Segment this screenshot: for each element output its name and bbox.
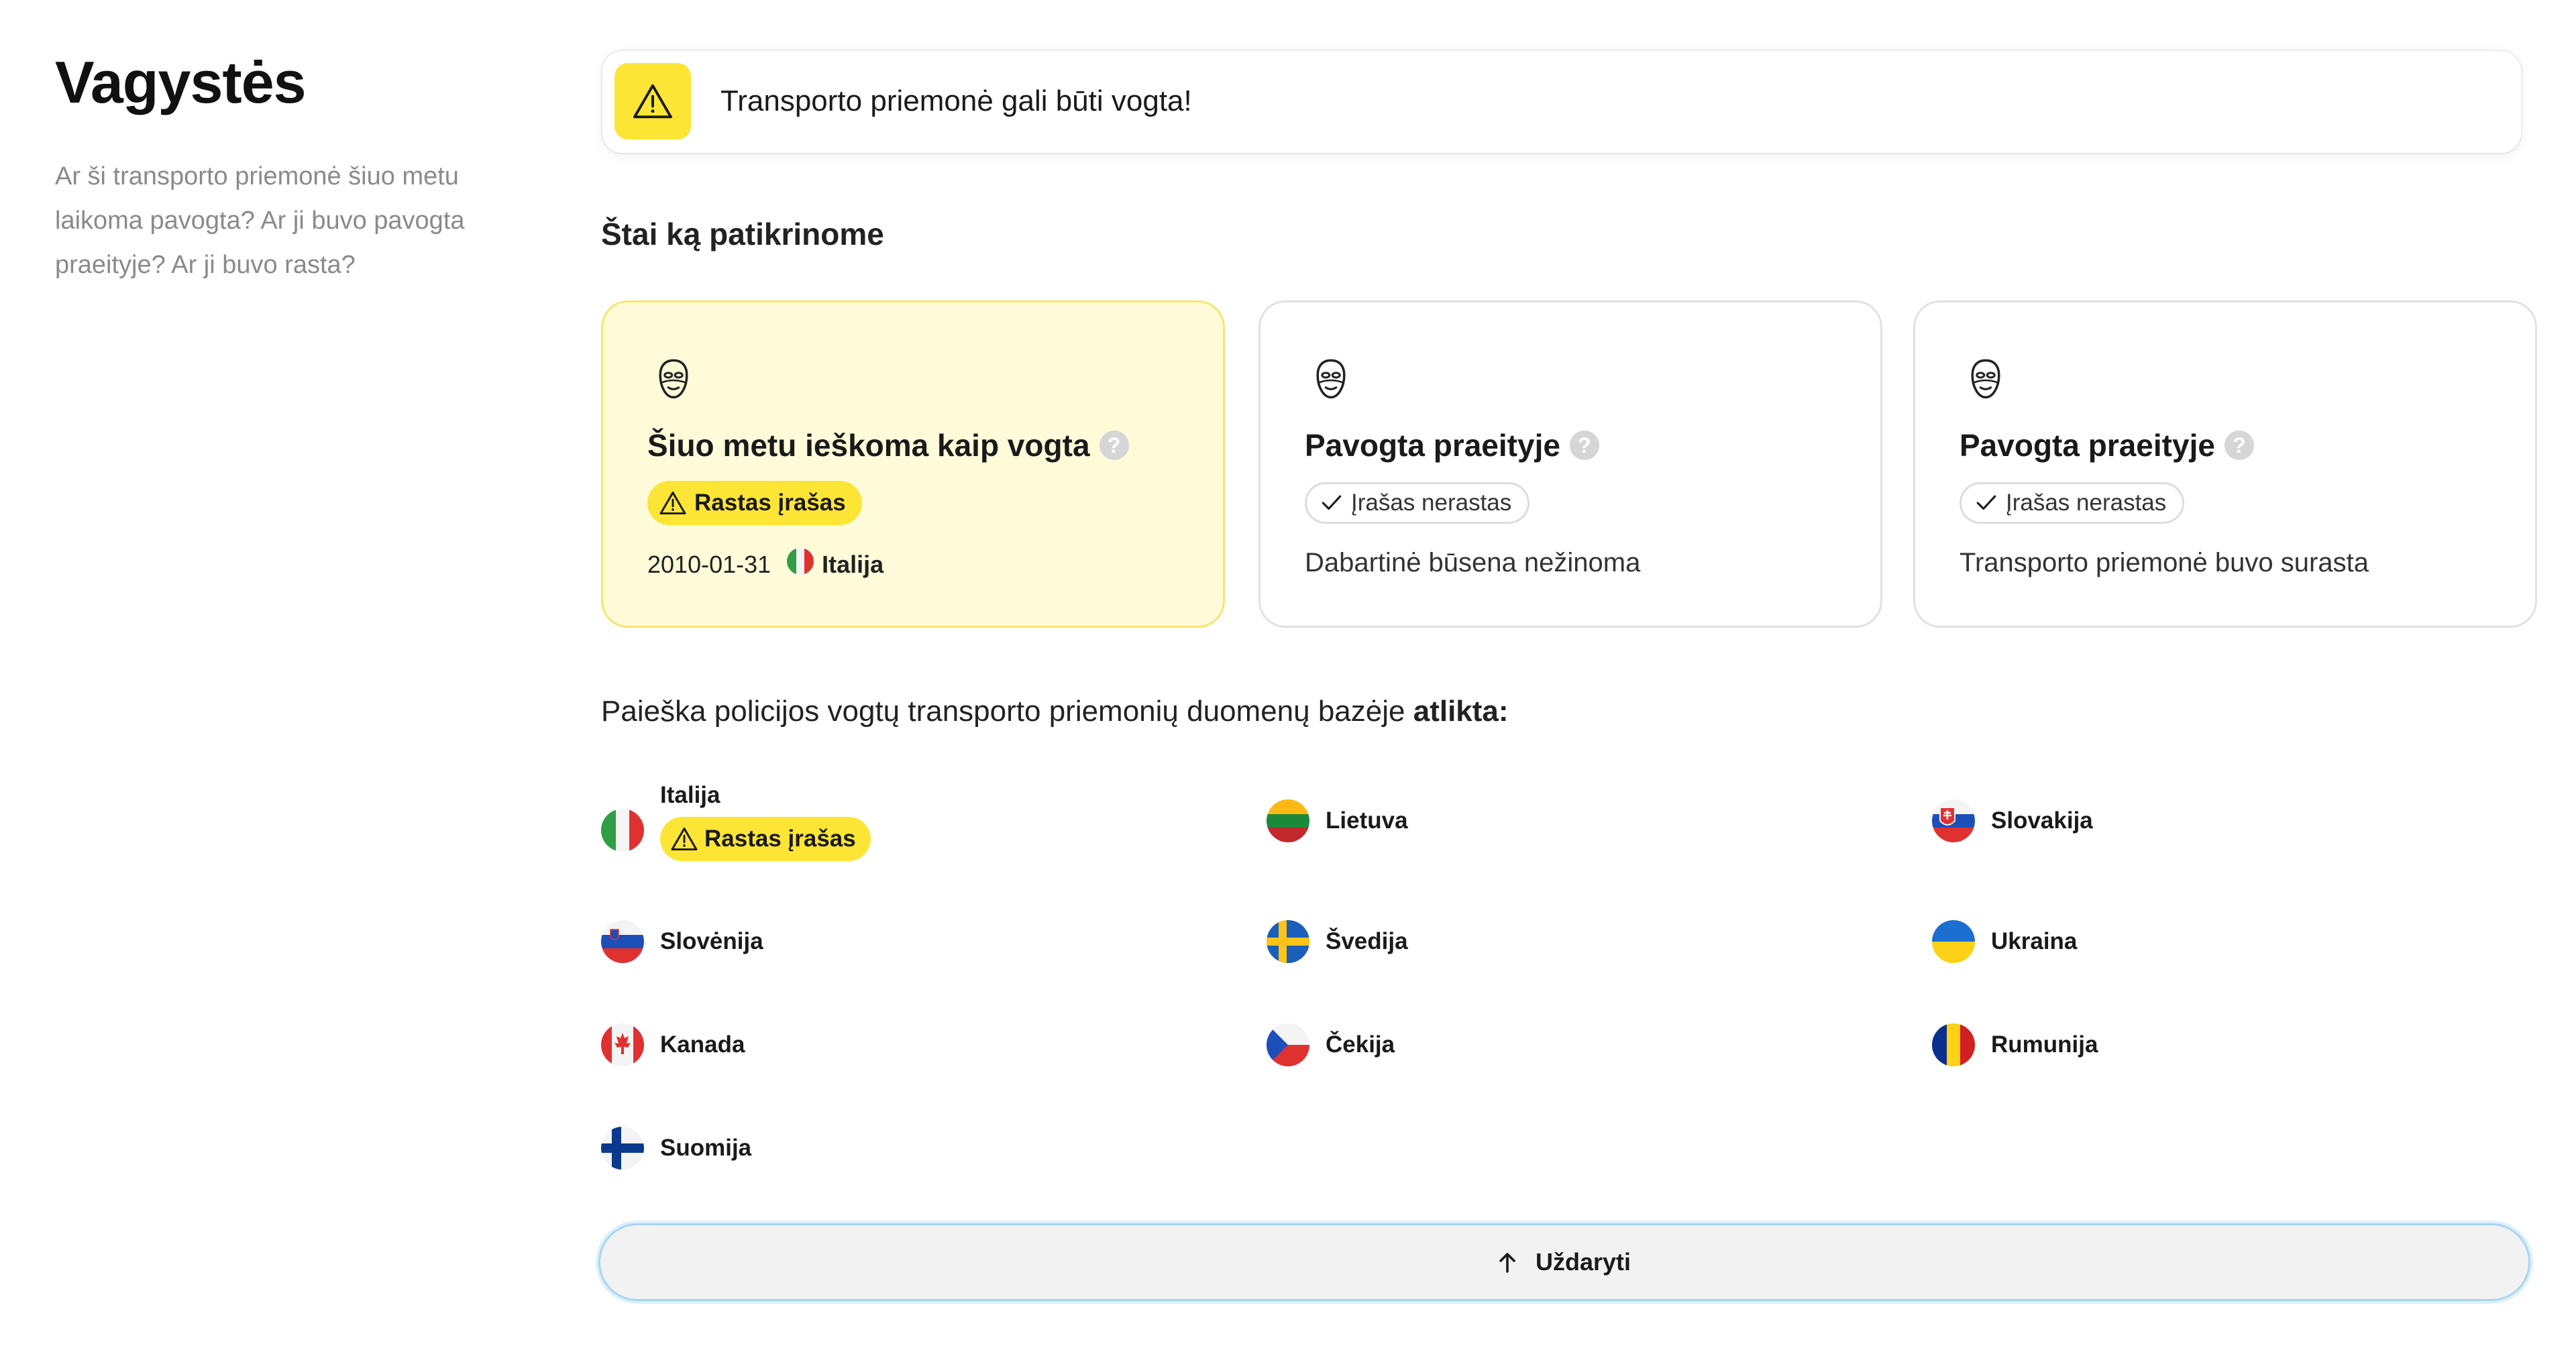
page-title: Vagystės xyxy=(55,49,307,115)
arrow-up-icon xyxy=(1499,1253,1515,1273)
warning-triangle-icon xyxy=(659,491,686,515)
help-icon[interactable]: ? xyxy=(2224,431,2254,460)
country-item-finland: Suomija xyxy=(601,1127,751,1170)
country-item-sweden: Švedija xyxy=(1267,920,1408,963)
country-item-canada: Kanada xyxy=(601,1023,745,1066)
stolen-alert-banner: Transporto priemonė gali būti vogta! xyxy=(602,51,2521,153)
checks-section-title: Štai ką patikrinome xyxy=(601,217,884,251)
country-name: Slovėnija xyxy=(660,928,763,954)
help-icon[interactable]: ? xyxy=(1569,431,1599,460)
card-title: Pavogta praeityje ? xyxy=(1305,427,1599,463)
record-country: Italija xyxy=(822,550,884,578)
warning-triangle-icon xyxy=(614,63,691,139)
country-item-italy: Italija Rastas įrašas xyxy=(601,782,871,861)
finland-flag-icon xyxy=(601,1127,644,1170)
country-item-ukraine: Ukraina xyxy=(1932,920,2077,963)
romania-flag-icon xyxy=(1932,1023,1975,1066)
check-card-currently-wanted: Šiuo metu ieškoma kaip vogta ? Rastas įr… xyxy=(601,300,1225,628)
lithuania-flag-icon xyxy=(1267,799,1309,842)
czechia-flag-icon xyxy=(1267,1023,1309,1066)
check-card-stolen-past-2: Pavogta praeityje ? Įrašas nerastas Tran… xyxy=(1913,300,2537,628)
page-description: Ar ši transporto priemonė šiuo metu laik… xyxy=(55,162,465,279)
country-name: Rumunija xyxy=(1991,1031,2098,1058)
slovenia-flag-icon xyxy=(601,920,644,963)
country-name: Suomija xyxy=(660,1135,752,1161)
country-item-slovakia: Slovakija xyxy=(1932,799,2093,842)
italy-flag-icon xyxy=(787,548,814,581)
card-title: Pavogta praeityje ? xyxy=(1960,427,2254,463)
thief-mask-icon xyxy=(1313,357,1349,405)
country-name: Slovakija xyxy=(1991,807,2093,834)
thief-mask-icon xyxy=(1968,357,2004,405)
country-name: Čekija xyxy=(1326,1031,1395,1058)
country-name: Kanada xyxy=(660,1031,745,1058)
canada-flag-icon xyxy=(601,1023,644,1066)
country-name: Italija xyxy=(660,782,720,808)
slovakia-flag-icon xyxy=(1932,799,1975,842)
country-item-czechia: Čekija xyxy=(1267,1023,1395,1066)
checkmark-icon xyxy=(1976,495,1996,510)
thief-mask-icon xyxy=(655,357,692,405)
warning-triangle-icon xyxy=(671,827,698,851)
card-status: Transporto priemonė buvo surasta xyxy=(1960,548,2369,577)
close-button[interactable]: Uždaryti xyxy=(598,1223,2530,1301)
sweden-flag-icon xyxy=(1267,920,1309,963)
record-details: 2010-01-31 Italija xyxy=(647,548,883,581)
checkmark-icon xyxy=(1322,495,1342,510)
search-summary: Paieška policijos vogtų transporto priem… xyxy=(601,695,1509,728)
record-date: 2010-01-31 xyxy=(647,550,771,578)
alert-text: Transporto priemonė gali būti vogta! xyxy=(720,85,1192,117)
card-title: Šiuo metu ieškoma kaip vogta ? xyxy=(647,427,1129,463)
country-item-slovenia: Slovėnija xyxy=(601,920,763,963)
country-name: Ukraina xyxy=(1991,928,2078,954)
record-not-found-badge: Įrašas nerastas xyxy=(1960,482,2185,524)
check-card-stolen-past-1: Pavogta praeityje ? Įrašas nerastas Daba… xyxy=(1258,300,1882,628)
record-found-badge: Rastas įrašas xyxy=(660,817,871,861)
country-name: Lietuva xyxy=(1326,807,1408,834)
record-not-found-badge: Įrašas nerastas xyxy=(1305,482,1530,524)
help-icon[interactable]: ? xyxy=(1099,431,1129,460)
ukraine-flag-icon xyxy=(1932,920,1975,963)
card-status: Dabartinė būsena nežinoma xyxy=(1305,548,1641,577)
record-found-badge: Rastas įrašas xyxy=(647,481,862,525)
italy-flag-icon xyxy=(601,809,644,852)
country-item-romania: Rumunija xyxy=(1932,1023,2098,1066)
country-item-lithuania: Lietuva xyxy=(1267,799,1408,842)
country-name: Švedija xyxy=(1326,928,1408,954)
